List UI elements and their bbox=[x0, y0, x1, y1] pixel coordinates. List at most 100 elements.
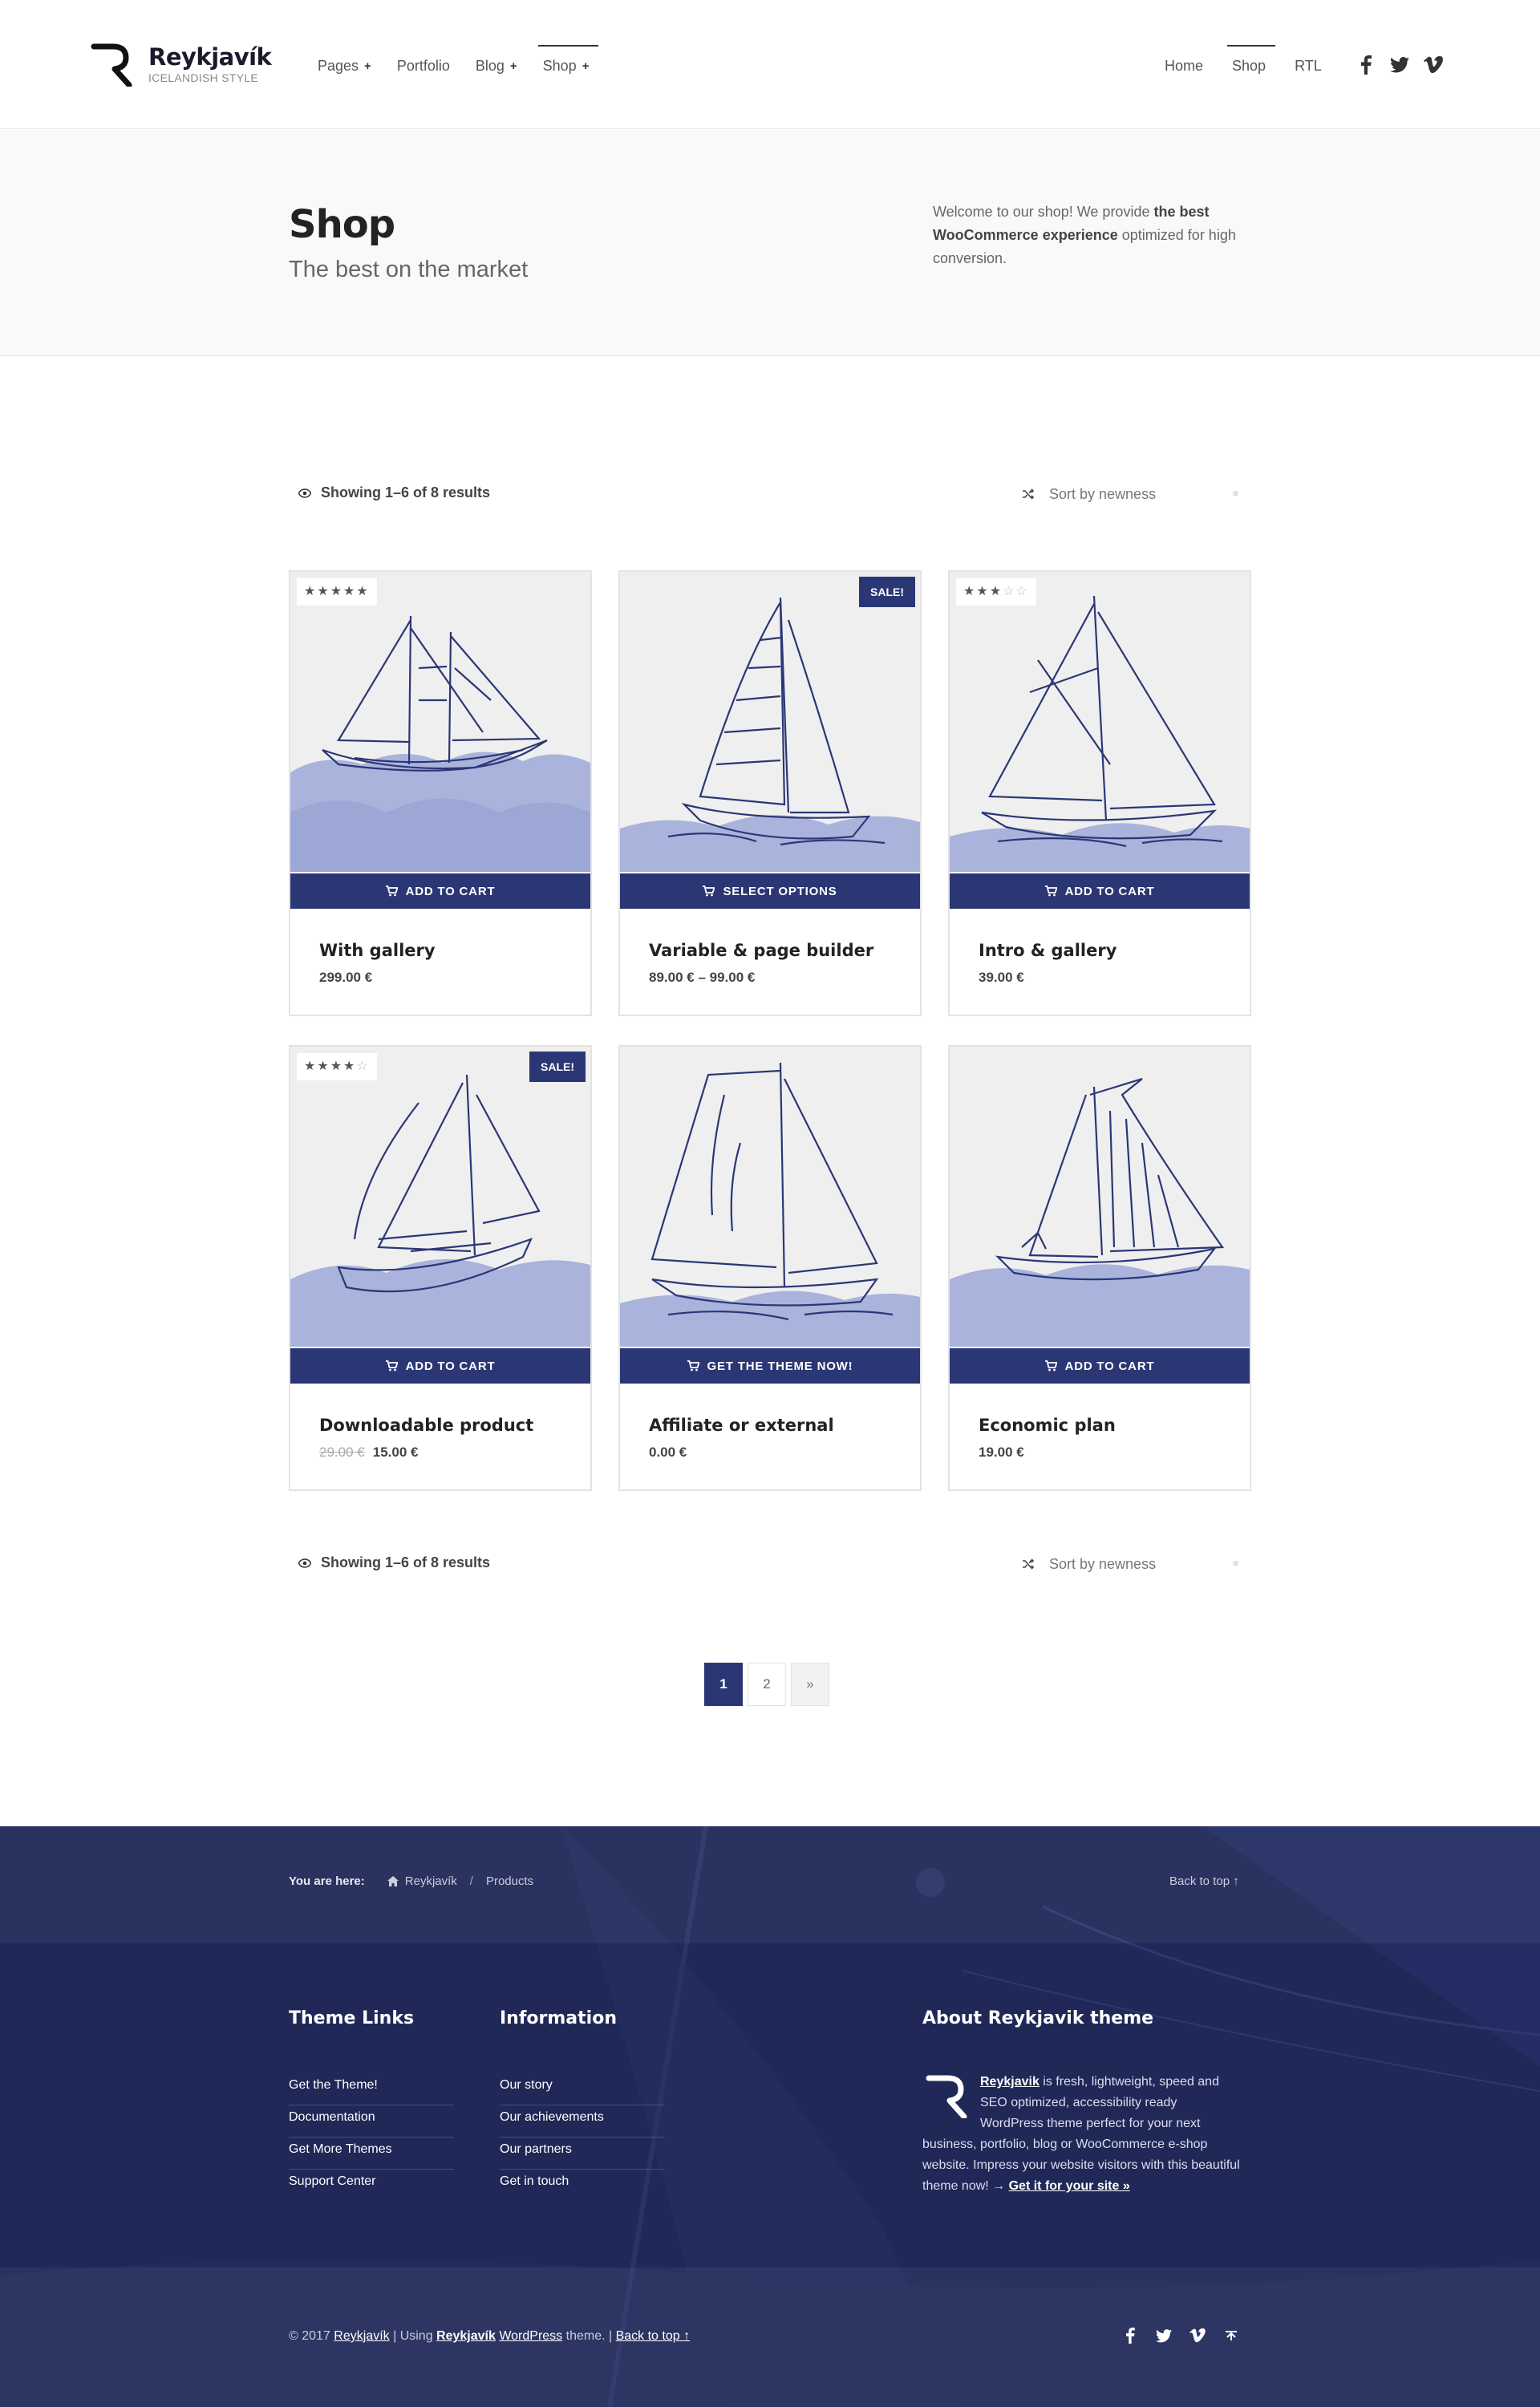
vimeo-icon[interactable] bbox=[1423, 55, 1444, 75]
wordpress-link[interactable]: WordPress bbox=[499, 2329, 562, 2343]
back-to-top-link[interactable]: Back to top ↑ bbox=[1169, 1874, 1239, 1888]
add-to-cart-button[interactable]: Add to cart bbox=[290, 873, 590, 909]
footer-link[interactable]: Our achievements bbox=[500, 2105, 665, 2138]
stars-empty: ☆☆ bbox=[1003, 585, 1029, 598]
result-count-text: Showing 1–6 of 8 results bbox=[321, 1554, 491, 1570]
product-price: 299.00 € bbox=[319, 970, 372, 986]
product-title[interactable]: Affiliate or external bbox=[649, 1416, 834, 1435]
product-card[interactable]: ★★★★★ Add to cart With gallery 299.00 € bbox=[289, 570, 592, 1016]
copyright-text: © 2017 bbox=[289, 2329, 334, 2343]
footer-link[interactable]: Get in touch bbox=[500, 2170, 665, 2202]
twitter-icon[interactable] bbox=[1153, 2325, 1174, 2346]
footer-link[interactable]: Our story bbox=[500, 2073, 665, 2105]
copyright: © 2017 Reykjavík | Using Reykjavík WordP… bbox=[289, 2329, 690, 2344]
product-image[interactable] bbox=[620, 1047, 920, 1347]
nav-label: RTL bbox=[1295, 57, 1322, 74]
nav-item-portfolio[interactable]: Portfolio bbox=[397, 45, 455, 87]
shop-toolbar-bottom: Showing 1–6 of 8 results Sort by newness… bbox=[289, 1548, 1251, 1580]
shuffle-icon bbox=[1023, 488, 1035, 500]
product-price: 0.00 € bbox=[649, 1445, 687, 1461]
nav-item-shop-secondary[interactable]: Shop bbox=[1227, 45, 1276, 87]
add-to-cart-button[interactable]: Add to cart bbox=[950, 1348, 1250, 1384]
product-card[interactable]: ★★★☆☆ Add to cart Intro & gallery 39.00 … bbox=[948, 570, 1251, 1016]
back-to-top-link[interactable]: Back to top ↑ bbox=[616, 2329, 691, 2343]
product-image[interactable]: ★★★★★ bbox=[290, 572, 590, 872]
sort-select[interactable]: Sort by newness ≡ bbox=[1022, 1550, 1251, 1578]
shop-toolbar-top: Showing 1–6 of 8 results Sort by newness… bbox=[289, 478, 1251, 510]
page-title: Shop bbox=[289, 202, 395, 247]
nav-label: Pages bbox=[318, 57, 359, 74]
footer-link[interactable]: Support Center bbox=[289, 2170, 454, 2202]
get-theme-link[interactable]: Get it for your site » bbox=[1009, 2179, 1130, 2193]
footer-about: About Reykjavik theme Reykjavik is fresh… bbox=[922, 2008, 1243, 2197]
sort-select[interactable]: Sort by newness ≡ bbox=[1022, 480, 1251, 509]
get-theme-button[interactable]: Get the theme now! bbox=[620, 1348, 920, 1384]
star-rating: ★★★☆☆ bbox=[956, 578, 1036, 606]
sort-value: Sort by newness bbox=[1049, 1555, 1157, 1572]
page-2[interactable]: 2 bbox=[748, 1663, 786, 1706]
product-card[interactable]: SALE! Select options Variable & page bui… bbox=[618, 570, 922, 1016]
stars-filled: ★★★★ bbox=[304, 1060, 357, 1073]
product-card[interactable]: Add to cart Economic plan 19.00 € bbox=[948, 1045, 1251, 1491]
theme-link[interactable]: Reykjavík bbox=[436, 2329, 496, 2343]
product-image[interactable]: SALE! bbox=[620, 572, 920, 872]
product-title[interactable]: Downloadable product bbox=[319, 1416, 533, 1435]
cart-icon bbox=[1044, 885, 1057, 897]
copyright-text: theme. | bbox=[562, 2329, 616, 2343]
cart-icon bbox=[1044, 1360, 1057, 1372]
nav-item-pages[interactable]: Pages + bbox=[318, 45, 376, 87]
product-card[interactable]: ★★★★☆ SALE! Add to cart Downloadable pro… bbox=[289, 1045, 592, 1491]
vimeo-icon[interactable] bbox=[1187, 2325, 1208, 2346]
footer-theme-links: Theme Links Get the Theme! Documentation… bbox=[289, 2008, 454, 2202]
facebook-icon[interactable] bbox=[1120, 2325, 1141, 2346]
pagination: 1 2 » bbox=[704, 1663, 834, 1706]
price-value: 0.00 € bbox=[649, 1445, 687, 1460]
footer-link[interactable]: Get More Themes bbox=[289, 2138, 454, 2170]
footer-link[interactable]: Our partners bbox=[500, 2138, 665, 2170]
button-label: Get the theme now! bbox=[707, 1359, 853, 1373]
site-footer: You are here: Reykjavík / Products Back … bbox=[0, 1826, 1540, 2407]
sale-badge: SALE! bbox=[859, 577, 915, 607]
site-link[interactable]: Reykjavík bbox=[334, 2329, 389, 2343]
page-1[interactable]: 1 bbox=[704, 1663, 743, 1706]
back-to-top-icon[interactable] bbox=[1221, 2325, 1242, 2346]
product-title[interactable]: Variable & page builder bbox=[649, 941, 873, 960]
product-price: 19.00 € bbox=[979, 1445, 1024, 1461]
nav-item-home[interactable]: Home bbox=[1165, 45, 1208, 87]
eye-icon bbox=[298, 488, 311, 498]
facebook-icon[interactable] bbox=[1356, 55, 1376, 75]
select-options-button[interactable]: Select options bbox=[620, 873, 920, 909]
product-title[interactable]: Economic plan bbox=[979, 1416, 1116, 1435]
next-page-button[interactable]: » bbox=[791, 1663, 829, 1706]
social-links-header bbox=[1356, 55, 1457, 75]
breadcrumb-home-link[interactable]: Reykjavík bbox=[405, 1874, 457, 1888]
button-label: Add to cart bbox=[405, 1359, 496, 1373]
nav-label: Shop bbox=[1232, 57, 1266, 74]
product-image[interactable]: ★★★☆☆ bbox=[950, 572, 1250, 872]
product-image[interactable] bbox=[950, 1047, 1250, 1347]
result-count: Showing 1–6 of 8 results bbox=[298, 1554, 490, 1571]
nav-item-shop[interactable]: Shop + bbox=[537, 45, 599, 87]
expand-icon: + bbox=[582, 59, 590, 73]
about-brand-link[interactable]: Reykjavik bbox=[980, 2075, 1040, 2089]
sailboat-illustration bbox=[950, 1077, 1250, 1347]
product-card[interactable]: Get the theme now! Affiliate or external… bbox=[618, 1045, 922, 1491]
nav-item-blog[interactable]: Blog + bbox=[476, 45, 522, 87]
button-label: Add to cart bbox=[1064, 884, 1155, 898]
expand-icon: + bbox=[364, 59, 371, 73]
add-to-cart-button[interactable]: Add to cart bbox=[290, 1348, 590, 1384]
product-price: 39.00 € bbox=[979, 970, 1024, 986]
footer-bottom-bar bbox=[0, 2267, 1540, 2407]
footer-link[interactable]: Get the Theme! bbox=[289, 2073, 454, 2105]
product-title[interactable]: With gallery bbox=[319, 941, 436, 960]
twitter-icon[interactable] bbox=[1389, 55, 1410, 75]
button-label: Select options bbox=[723, 884, 837, 898]
breadcrumb: You are here: Reykjavík / Products bbox=[289, 1874, 533, 1888]
page-subtitle: The best on the market bbox=[289, 257, 529, 282]
site-logo[interactable]: Reykjavík ICELANDISH STYLE bbox=[91, 42, 272, 87]
nav-item-rtl[interactable]: RTL bbox=[1295, 45, 1327, 87]
add-to-cart-button[interactable]: Add to cart bbox=[950, 873, 1250, 909]
footer-link[interactable]: Documentation bbox=[289, 2105, 454, 2138]
product-image[interactable]: ★★★★☆ SALE! bbox=[290, 1047, 590, 1347]
product-title[interactable]: Intro & gallery bbox=[979, 941, 1116, 960]
